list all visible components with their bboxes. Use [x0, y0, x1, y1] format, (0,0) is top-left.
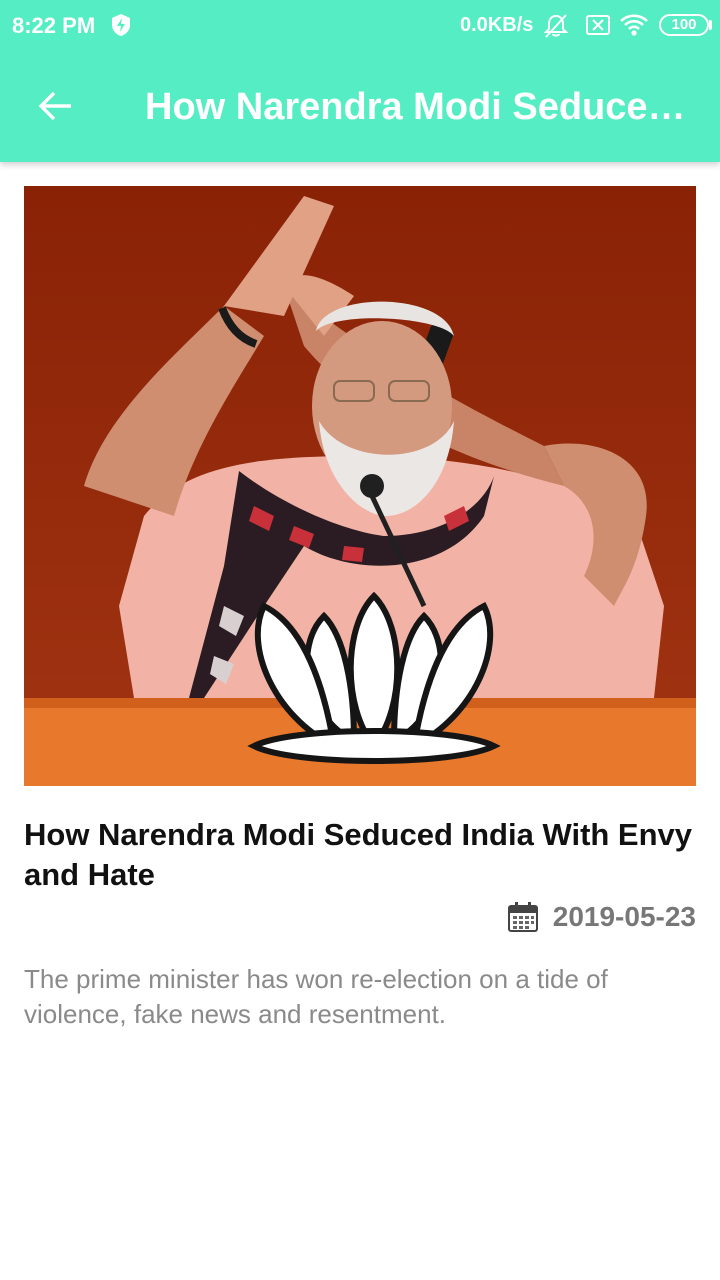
status-time: 8:22 PM	[12, 13, 96, 38]
arrow-left-icon	[38, 91, 71, 121]
toolbar-title: How Narendra Modi Seduced India With Env…	[145, 86, 701, 128]
article-hero-image	[24, 186, 696, 786]
bell-off-icon	[543, 14, 569, 38]
status-bar: 8:22 PM 0.0KB/s 100	[0, 0, 720, 52]
back-button[interactable]	[26, 76, 86, 136]
shield-bolt-icon	[112, 14, 130, 36]
battery-icon: 100	[659, 14, 709, 36]
article-summary: The prime minister has won re-election o…	[24, 964, 608, 1029]
network-speed: 0.0KB/s	[460, 14, 534, 36]
article-date: 2019-05-23	[552, 901, 696, 932]
calendar-icon	[507, 902, 538, 932]
battery-tip	[709, 20, 712, 30]
app-header: 8:22 PM 0.0KB/s 100 How Narendra Modi Se…	[0, 0, 720, 162]
wifi-icon	[620, 14, 648, 36]
article-date-row: 2019-05-23	[507, 898, 696, 936]
article-title: How Narendra Modi Seduced India With Env…	[24, 817, 693, 892]
sim-x-icon	[586, 15, 610, 35]
article-photo	[24, 186, 696, 786]
